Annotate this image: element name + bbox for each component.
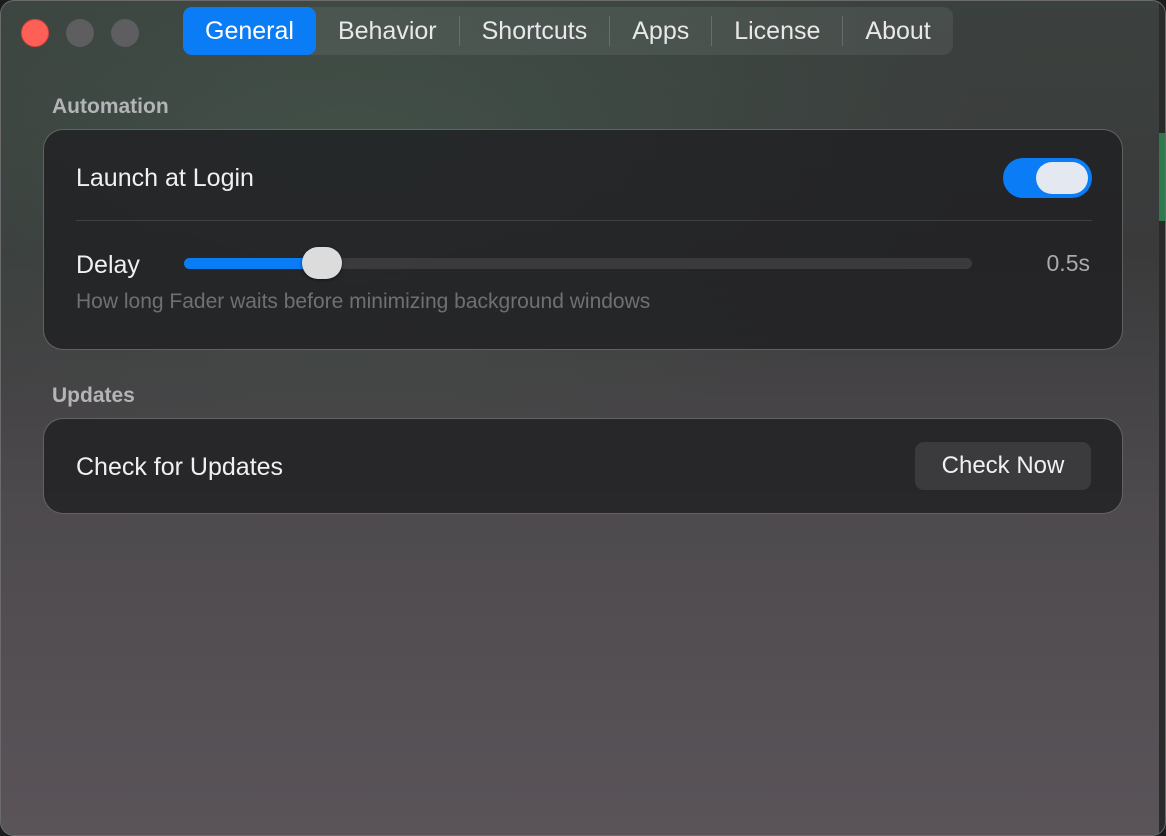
background-window-accent xyxy=(1159,133,1165,221)
delay-slider-handle[interactable] xyxy=(301,247,342,279)
automation-card: Launch at Login Delay 0.5s How long Fade… xyxy=(43,129,1123,350)
tab-bar: General Behavior Shortcuts Apps License … xyxy=(183,7,953,55)
tab-behavior[interactable]: Behavior xyxy=(316,7,459,55)
delay-value: 0.5s xyxy=(1046,250,1090,276)
check-for-updates-label: Check for Updates xyxy=(76,453,284,481)
automation-section-title: Automation xyxy=(52,95,169,118)
zoom-window-button[interactable] xyxy=(111,19,139,47)
background-window-edge xyxy=(1159,1,1165,835)
delay-hint: How long Fader waits before minimizing b… xyxy=(76,290,651,313)
delay-label: Delay xyxy=(76,251,140,279)
row-divider xyxy=(76,220,1092,221)
delay-slider[interactable] xyxy=(184,247,972,279)
tab-shortcuts[interactable]: Shortcuts xyxy=(460,7,610,55)
launch-at-login-label: Launch at Login xyxy=(76,164,254,192)
minimize-window-button[interactable] xyxy=(66,19,94,47)
check-now-button[interactable]: Check Now xyxy=(915,442,1091,490)
toggle-knob xyxy=(1036,162,1088,194)
tab-about[interactable]: About xyxy=(843,7,952,55)
tab-license[interactable]: License xyxy=(712,7,842,55)
settings-window: General Behavior Shortcuts Apps License … xyxy=(0,0,1166,836)
updates-section-title: Updates xyxy=(52,384,135,407)
close-window-button[interactable] xyxy=(21,19,49,47)
launch-at-login-toggle[interactable] xyxy=(1003,158,1092,198)
tab-general[interactable]: General xyxy=(183,7,316,55)
window-controls xyxy=(21,19,139,47)
tab-apps[interactable]: Apps xyxy=(610,7,711,55)
updates-card: Check for Updates Check Now xyxy=(43,418,1123,514)
